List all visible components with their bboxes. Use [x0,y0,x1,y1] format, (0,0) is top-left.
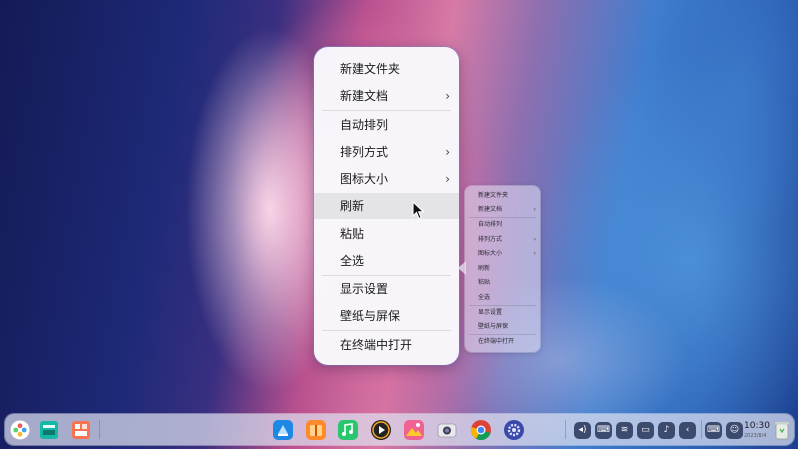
context-menu-preview: 新建文件夹 新建文档 › 自动排列 排列方式 › 图标大小 › 刷新 粘贴 全选 显示… [465,186,540,352]
chrome-icon[interactable] [470,419,492,441]
launcher-icon[interactable] [10,420,30,440]
mouse-cursor-icon [412,201,425,220]
menu-item-sort-by[interactable]: 排列方式 › [314,139,459,165]
preview-item-label: 全选 [478,294,491,301]
menu-item-label: 在终端中打开 [340,338,413,352]
menu-item-label: 壁纸与屏保 [340,309,401,323]
menu-item-open-in-terminal[interactable]: 在终端中打开 [314,332,459,358]
notification-icon[interactable]: ♪ [658,422,675,439]
chevron-right-icon: › [445,145,450,159]
preview-item: 排列方式 › [465,233,540,247]
preview-item-label: 在终端中打开 [478,338,515,345]
preview-item-label: 新建文件夹 [478,192,509,199]
preview-item-label: 自动排列 [478,221,503,228]
menu-item-display-settings[interactable]: 显示设置 [314,276,459,302]
trash-icon[interactable] [773,419,791,441]
menu-item-paste[interactable]: 粘贴 [314,221,459,247]
workspace-icon[interactable] [71,420,91,440]
menu-item-label: 图标大小 [340,172,389,186]
menu-item-auto-arrange[interactable]: 自动排列 [314,112,459,138]
system-settings-icon[interactable] [503,419,525,441]
menu-item-label: 显示设置 [340,282,389,296]
archive-manager-icon[interactable] [305,419,327,441]
chevron-left-icon[interactable]: ‹ [679,422,696,439]
preview-item: 粘贴 [465,276,540,290]
preview-item: 在终端中打开 [465,335,540,349]
menu-item-label: 自动排列 [340,118,389,132]
preview-item-label: 图标大小 [478,250,503,257]
taskbar-divider [99,420,100,439]
multitask-view-icon[interactable] [39,420,59,440]
volume-icon[interactable]: ◂) [574,422,591,439]
menu-separator [322,110,451,111]
menu-item-label: 全选 [340,254,365,268]
menu-item-new-folder[interactable]: 新建文件夹 [314,56,459,82]
preview-item: 自动排列 [465,218,540,232]
menu-item-new-document[interactable]: 新建文档 › [314,83,459,109]
menu-item-label: 新建文档 [340,89,389,103]
battery-icon[interactable]: ▭ [637,422,654,439]
preview-item-label: 排列方式 [478,236,503,243]
camera-icon[interactable] [436,419,458,441]
taskbar-divider [701,420,702,439]
video-player-icon[interactable] [370,419,392,441]
desktop-context-menu: 新建文件夹 新建文档 › 自动排列 排列方式 › 图标大小 › 刷新 粘贴 全选 显示… [314,47,459,365]
preview-item: 新建文件夹 [465,189,540,203]
clock[interactable]: 10:30 2023/8/4 [744,421,770,441]
menu-item-wallpaper-screensaver[interactable]: 壁纸与屏保 [314,303,459,329]
music-icon[interactable] [337,419,359,441]
chevron-right-icon: › [533,250,536,257]
preview-item-label: 刷新 [478,265,491,272]
preview-item: 图标大小 › [465,247,540,261]
taskbar: ◂) ⌨ ≋ ▭ ♪ ‹ ⌨ ☺ [5,414,794,445]
chevron-right-icon: › [533,206,536,213]
menu-item-label: 排列方式 [340,145,389,159]
preview-item: 刷新 [465,262,540,276]
taskbar-divider [565,420,566,439]
preview-item-label: 显示设置 [478,309,503,316]
menu-item-label: 新建文件夹 [340,62,401,76]
menu-item-refresh[interactable]: 刷新 [314,193,459,219]
menu-item-icon-size[interactable]: 图标大小 › [314,166,459,192]
preview-item-label: 新建文档 [478,206,503,213]
onscreen-keyboard-icon[interactable]: ⌨ [705,422,722,439]
preview-item: 全选 [465,291,540,305]
clock-time: 10:30 [744,421,770,431]
menu-item-label: 粘贴 [340,227,365,241]
clock-date: 2023/8/4 [744,433,767,439]
wifi-icon[interactable]: ≋ [616,422,633,439]
assistant-icon[interactable]: ☺ [726,422,743,439]
app-store-icon[interactable] [272,419,294,441]
preview-item: 显示设置 [465,306,540,320]
preview-item-label: 壁纸与屏保 [478,323,509,330]
image-viewer-icon[interactable] [403,419,425,441]
menu-separator [322,330,451,331]
chevron-right-icon: › [533,236,536,243]
keyboard-icon[interactable]: ⌨ [595,422,612,439]
preview-item: 新建文档 › [465,203,540,217]
chevron-right-icon: › [445,89,450,103]
menu-item-select-all[interactable]: 全选 [314,248,459,274]
chevron-right-icon: › [445,172,450,186]
preview-item-label: 粘贴 [478,279,491,286]
menu-item-label: 刷新 [340,199,365,213]
preview-item: 壁纸与屏保 [465,320,540,334]
